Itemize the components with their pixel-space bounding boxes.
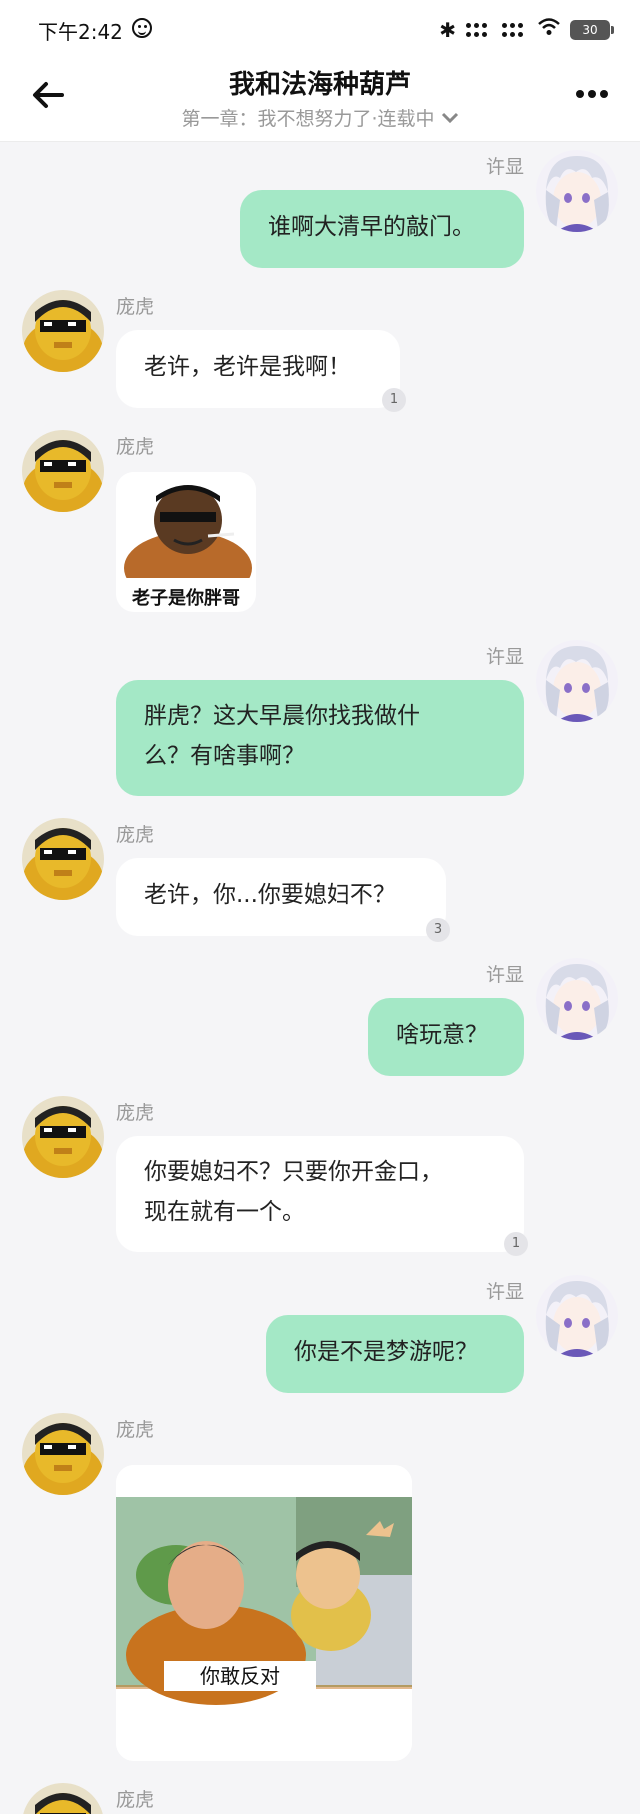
message-bubble[interactable]: 老许，老许是我啊！ [116,330,400,408]
sender-name: 许显 [485,1281,524,1303]
message-bubble[interactable]: 你是不是梦游呢？ [266,1315,524,1393]
sender-name: 庞虎 [116,296,155,318]
message-bubble[interactable]: 老许，你...你要媳妇不？ [116,858,446,936]
message-row: 许显 啥玩意？ [0,958,640,1078]
meme-picture [116,1465,412,1761]
avatar-xu[interactable] [536,150,618,232]
message-row: 庞虎 你敢反对 [0,1413,640,1763]
avatar-panghu[interactable] [22,290,104,372]
message-row: 庞虎 老子是你胖哥 [0,430,640,620]
sender-name: 许显 [485,964,524,986]
sender-name: 庞虎 [116,1789,155,1811]
count-badge: 3 [426,918,450,942]
avatar-xu[interactable] [536,1275,618,1357]
meme-image[interactable]: 你敢反对 [116,1465,412,1761]
avatar-xu[interactable] [536,640,618,722]
message-bubble[interactable]: 谁啊大清早的敲门。 [240,190,524,268]
more-dots-icon[interactable] [576,90,608,98]
count-badge: 1 [504,1232,528,1256]
avatar-panghu[interactable] [22,818,104,900]
chat-header: 我和法海种葫芦 第一章：我不想努力了·连载中 [0,56,640,142]
avatar-xu[interactable] [536,958,618,1040]
avatar-panghu[interactable] [22,1783,104,1814]
avatar-panghu[interactable] [22,1096,104,1178]
chat-title: 我和法海种葫芦 [228,70,411,100]
message-bubble[interactable]: 胖虎？这大早晨你找我做什 么？有啥事啊？ [116,680,524,796]
chapter-subtitle: 第一章：我不想努力了·连载中 [181,108,435,130]
sticker-image[interactable]: 老子是你胖哥 [116,472,256,612]
sender-name: 庞虎 [116,1102,155,1124]
count-badge: 1 [382,388,406,412]
message-row: 许显 胖虎？这大早晨你找我做什 么？有啥事啊？ [0,640,640,800]
chevron-down-icon [441,112,458,123]
chapter-selector[interactable]: 第一章：我不想努力了·连载中 [0,104,640,131]
wifi-icon [538,18,560,41]
sender-name: 庞虎 [116,824,155,846]
message-row: 许显 你是不是梦游呢？ [0,1275,640,1395]
sender-name: 庞虎 [116,1419,155,1441]
message-row: 庞虎 老许，你...你要媳妇不？ 3 [0,818,640,948]
message-row: 庞虎 [0,1783,640,1814]
avatar-panghu[interactable] [22,1413,104,1495]
message-row: 庞虎 你要媳妇不？只要你开金口， 现在就有一个。 1 [0,1096,640,1266]
message-row: 庞虎 老许，老许是我啊！ 1 [0,290,640,420]
sticker-caption: 老子是你胖哥 [132,588,240,609]
status-time: 下午2:42 [38,20,123,44]
status-bar: 下午2:42 ✱ 30 [0,0,640,56]
message-bubble[interactable]: 你要媳妇不？只要你开金口， 现在就有一个。 [116,1136,524,1252]
message-line: 么？有啥事啊？ [144,743,305,769]
smiley-notification-icon [132,18,152,38]
message-bubble[interactable]: 啥玩意？ [368,998,524,1076]
sender-name: 许显 [485,156,524,178]
signal-icon-2 [502,21,528,39]
sender-name: 庞虎 [116,436,155,458]
avatar-panghu[interactable] [22,430,104,512]
message-line: 你要媳妇不？只要你开金口， [144,1159,443,1185]
message-line: 现在就有一个。 [144,1199,305,1225]
bluetooth-icon: ✱ [439,17,456,42]
sticker-picture [116,472,256,604]
signal-icon [466,21,492,39]
meme-caption: 你敢反对 [164,1661,316,1691]
message-row: 许显 谁啊大清早的敲门。 [0,150,640,270]
battery-icon: 30 [570,19,614,40]
message-line: 胖虎？这大早晨你找我做什 [144,703,420,729]
sender-name: 许显 [485,646,524,668]
